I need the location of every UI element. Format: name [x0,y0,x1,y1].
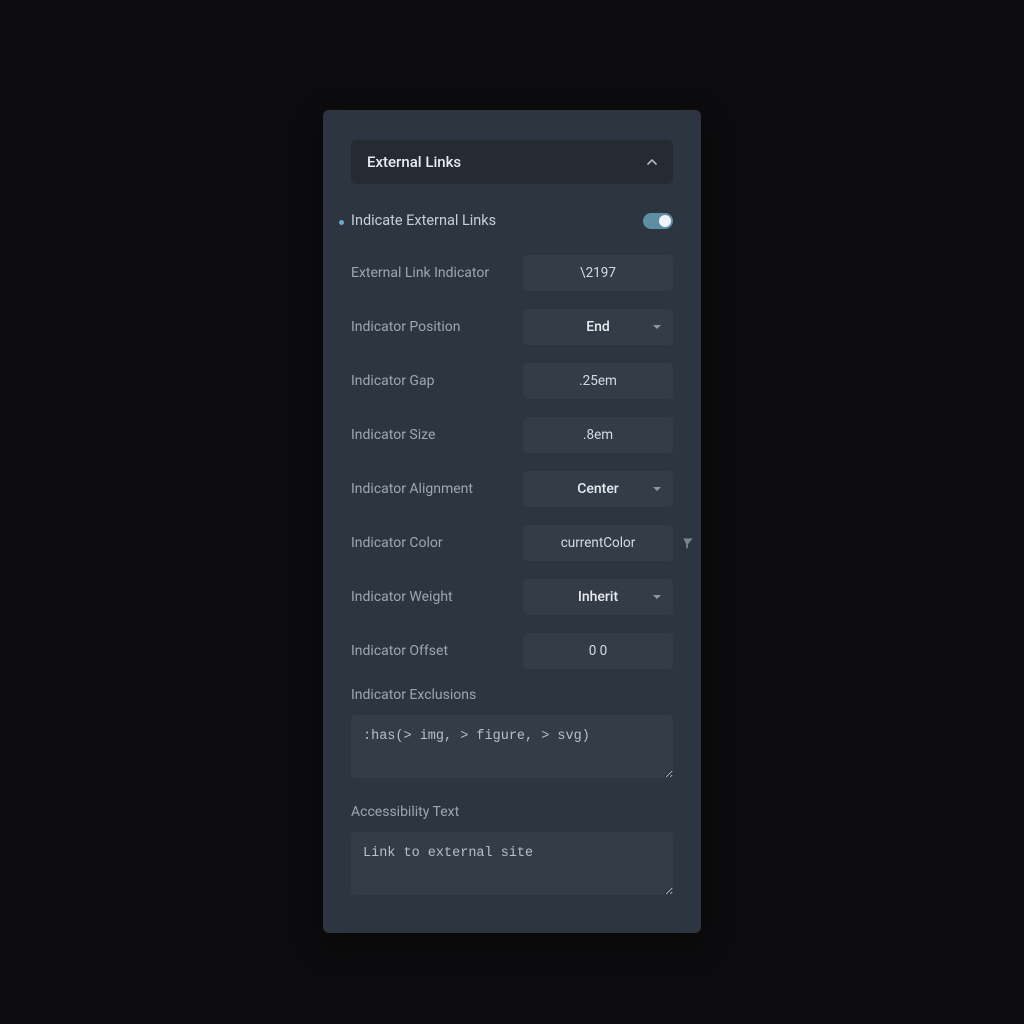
caret-down-icon [653,325,661,329]
caret-down-icon [653,595,661,599]
section-header[interactable]: External Links [351,140,673,184]
caret-down-icon [653,487,661,491]
field-label: Indicator Exclusions [351,687,673,703]
chevron-up-icon [647,157,657,167]
select-value: End [586,319,610,335]
indicator-exclusions-block: Indicator Exclusions [351,687,673,782]
field-label: Indicator Position [351,319,513,335]
accessibility-text-textarea[interactable] [351,832,673,895]
indicator-color-row: Indicator Color [351,525,673,561]
field-label: Accessibility Text [351,804,673,820]
indicator-gap-input[interactable] [523,363,673,399]
field-label: Indicator Gap [351,373,513,389]
indicator-offset-row: Indicator Offset [351,633,673,669]
external-links-panel: External Links Indicate External Links E… [323,110,701,933]
indicator-gap-row: Indicator Gap [351,363,673,399]
indicator-position-row: Indicator Position End [351,309,673,345]
field-label: Indicator Offset [351,643,513,659]
indicate-external-links-toggle[interactable] [643,213,673,229]
select-value: Center [577,481,619,497]
indicator-alignment-select[interactable]: Center [523,471,673,507]
indicator-offset-input[interactable] [523,633,673,669]
indicator-weight-select[interactable]: Inherit [523,579,673,615]
modified-indicator-dot [339,220,344,225]
color-picker-icon[interactable] [681,536,695,550]
toggle-knob [659,215,671,227]
indicator-color-input[interactable] [523,525,673,561]
field-label: Indicator Size [351,427,513,443]
section-title: External Links [367,153,461,171]
field-label: Indicator Color [351,535,513,551]
accessibility-text-block: Accessibility Text [351,804,673,899]
field-label: External Link Indicator [351,265,513,281]
indicator-position-select[interactable]: End [523,309,673,345]
external-link-indicator-row: External Link Indicator [351,255,673,291]
indicate-external-links-row: Indicate External Links [351,212,673,229]
indicator-size-row: Indicator Size [351,417,673,453]
select-value: Inherit [578,589,618,605]
indicator-weight-row: Indicator Weight Inherit [351,579,673,615]
indicator-size-input[interactable] [523,417,673,453]
external-link-indicator-input[interactable] [523,255,673,291]
toggle-label: Indicate External Links [351,212,496,229]
field-label: Indicator Weight [351,589,513,605]
indicator-exclusions-textarea[interactable] [351,715,673,778]
indicator-alignment-row: Indicator Alignment Center [351,471,673,507]
field-label: Indicator Alignment [351,481,513,497]
